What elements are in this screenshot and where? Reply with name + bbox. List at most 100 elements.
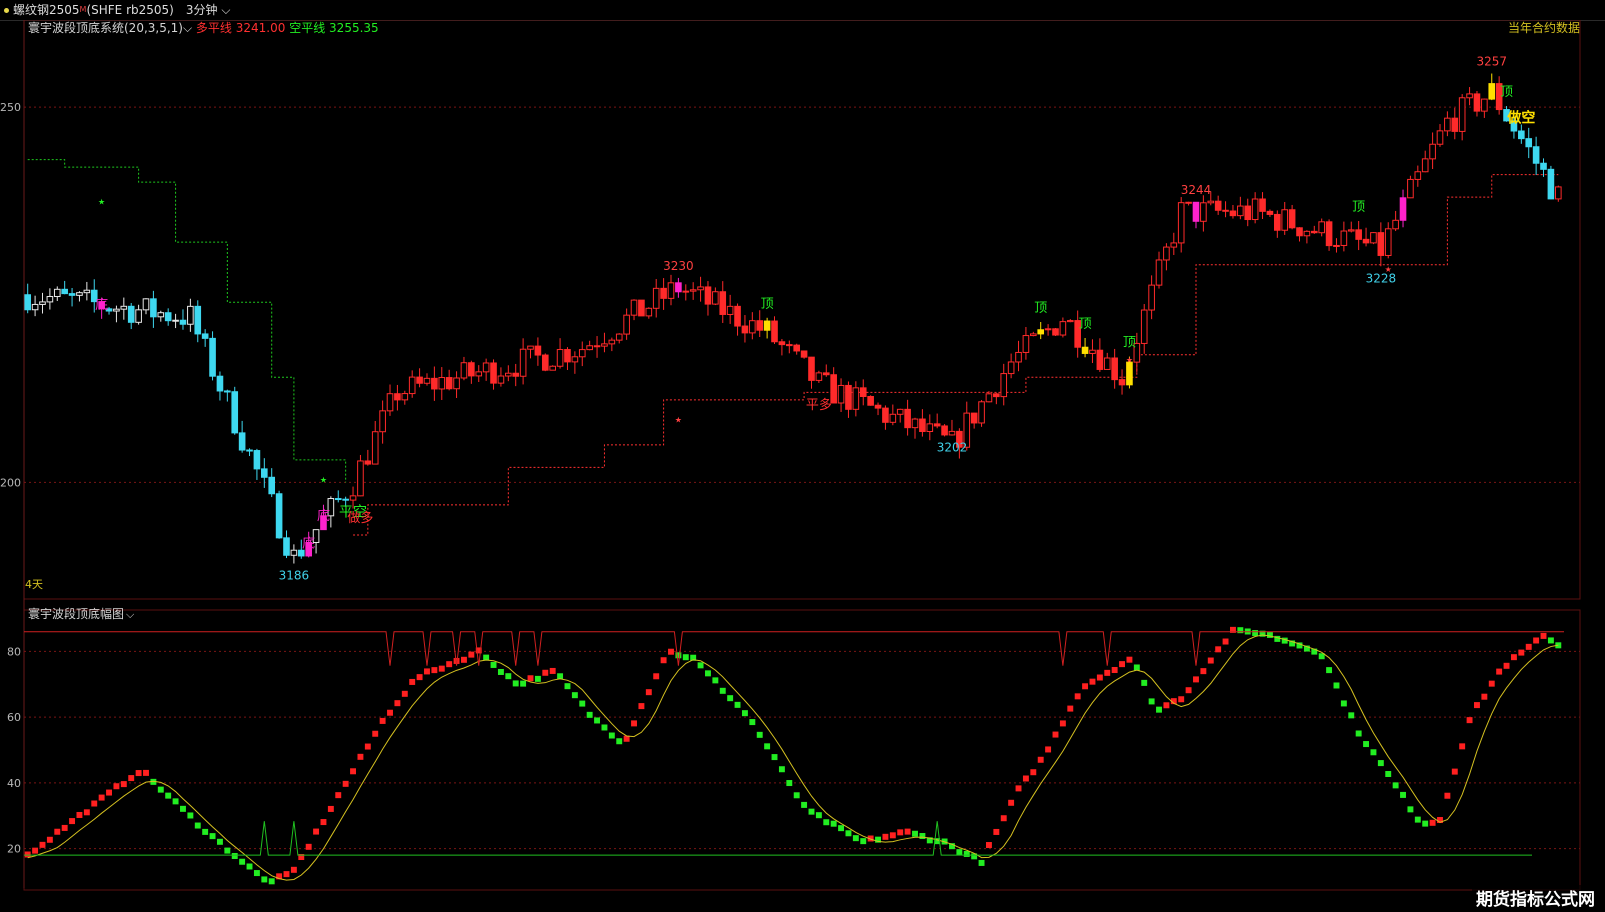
candle xyxy=(719,281,727,323)
chevron-down-icon[interactable]: ⌵ xyxy=(126,608,135,621)
osc-bar xyxy=(1451,768,1458,775)
candle xyxy=(741,315,749,343)
osc-bar xyxy=(1444,792,1451,799)
candle xyxy=(1384,222,1392,259)
osc-bar xyxy=(734,701,741,708)
osc-bar xyxy=(1326,667,1333,674)
timeframe-selector[interactable]: 3分钟 ⌵ xyxy=(186,3,231,17)
candle xyxy=(1340,221,1348,252)
osc-bar xyxy=(335,792,342,799)
signal-label-bottom: 底 xyxy=(317,508,330,524)
osc-bar xyxy=(1193,676,1199,683)
candle xyxy=(290,544,298,564)
candle xyxy=(874,402,882,416)
osc-bar xyxy=(623,735,630,742)
candle xyxy=(113,305,120,323)
signal-label-exit: 平多 xyxy=(806,397,832,413)
candle xyxy=(1444,111,1451,137)
osc-bar xyxy=(1518,649,1525,656)
osc-bar xyxy=(823,819,830,826)
osc-bar xyxy=(542,669,549,676)
osc-bar xyxy=(638,703,645,710)
sub-indicator-header[interactable]: 寰宇波段顶底幅图 xyxy=(28,606,124,621)
candle xyxy=(334,490,342,503)
osc-bar xyxy=(756,731,763,738)
candle xyxy=(505,365,512,382)
chart-canvas[interactable]: 32503200318632303202324432283257底底底平空做多顶… xyxy=(0,20,1605,912)
osc-bar xyxy=(401,690,408,697)
osc-bar xyxy=(24,851,31,858)
candle xyxy=(933,413,941,429)
osc-bar xyxy=(1156,706,1162,713)
signal-label-top: 顶 xyxy=(1500,85,1513,100)
osc-bar xyxy=(594,717,601,724)
osc-bar xyxy=(801,801,808,808)
osc-bar xyxy=(549,667,556,674)
candle xyxy=(763,317,771,339)
candle xyxy=(416,368,423,388)
osc-bar xyxy=(446,661,453,668)
main-y-tick-label: 3200 xyxy=(0,476,21,489)
candle xyxy=(1473,91,1481,117)
candle xyxy=(845,381,852,418)
osc-bar xyxy=(1370,749,1377,756)
lower-band-line xyxy=(24,821,1532,856)
osc-bar xyxy=(135,770,142,777)
osc-bar xyxy=(268,878,275,885)
candle xyxy=(630,299,638,321)
candle xyxy=(1015,340,1022,372)
candle xyxy=(1414,165,1422,187)
osc-bar xyxy=(76,811,83,818)
candle xyxy=(1554,185,1562,202)
candle xyxy=(194,300,202,343)
candle xyxy=(578,341,586,367)
osc-bar xyxy=(579,700,586,707)
main-panel-frame xyxy=(23,20,1581,600)
osc-bar xyxy=(1540,632,1547,639)
candle xyxy=(1458,94,1466,141)
osc-bar xyxy=(601,724,608,731)
candle xyxy=(919,409,926,437)
osc-bar xyxy=(1547,637,1554,644)
osc-bar xyxy=(460,656,467,663)
candle xyxy=(1547,165,1555,200)
osc-bar xyxy=(1045,746,1052,753)
candle xyxy=(357,454,364,497)
candle xyxy=(1148,275,1155,320)
candle xyxy=(216,371,224,401)
candle xyxy=(364,449,372,466)
osc-bar xyxy=(712,677,719,684)
candle xyxy=(623,308,630,340)
osc-bar xyxy=(520,680,527,687)
candle xyxy=(1274,210,1281,238)
osc-bar xyxy=(815,812,822,819)
candle xyxy=(76,291,83,302)
candle xyxy=(438,367,446,400)
osc-bar xyxy=(534,675,541,682)
star-marker-icon: ★ xyxy=(320,475,327,484)
osc-bar xyxy=(527,675,534,682)
candle xyxy=(926,414,934,441)
osc-bar xyxy=(239,858,246,865)
candle xyxy=(1037,321,1045,340)
osc-bar xyxy=(1074,693,1081,700)
candle xyxy=(172,313,179,329)
candle xyxy=(1192,201,1200,229)
candle xyxy=(490,359,497,390)
candle xyxy=(660,278,667,310)
candle xyxy=(482,358,490,381)
star-marker-icon: ★ xyxy=(98,198,105,207)
candle xyxy=(386,384,394,416)
candle xyxy=(571,351,579,374)
osc-bar xyxy=(749,719,756,726)
main-indicator-header[interactable]: 寰宇波段顶底系统(20,3,5,1)⌵ 多平线 3241.00 空平线 3255… xyxy=(28,20,379,35)
candle xyxy=(1399,189,1407,228)
symbol-name[interactable]: 螺纹钢2505 xyxy=(13,3,80,17)
osc-bar xyxy=(1030,769,1037,776)
candle xyxy=(1429,132,1436,170)
osc-bar xyxy=(808,808,815,815)
candle xyxy=(1030,331,1037,337)
candle xyxy=(46,288,54,310)
candle xyxy=(201,329,209,347)
candle xyxy=(1163,243,1170,271)
